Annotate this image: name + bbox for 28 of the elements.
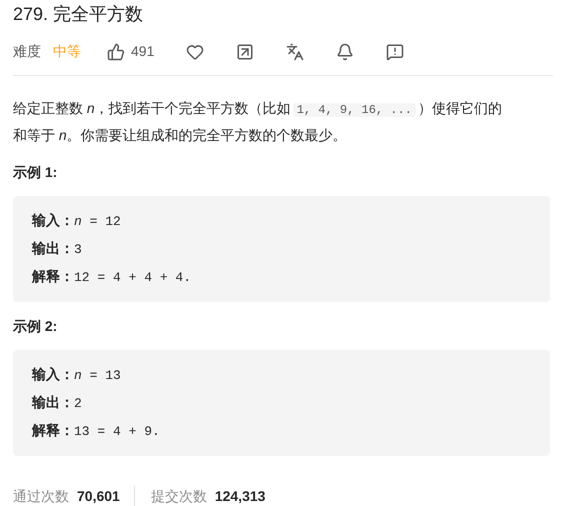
notify-button[interactable] [336,42,354,60]
thumbs-up-icon [107,42,125,60]
example-line: 输出：2 [32,393,82,413]
stat-value: 124,313 [214,487,266,506]
example-heading: 示例 1: [13,163,58,182]
difficulty-label: 难度 [13,42,41,61]
feedback-icon [386,42,404,60]
problem-description: 给定正整数 n，找到若干个完全平方数（比如 1, 4, 9, 16, ... ）使得它们的和等于 n。你需要让组成和的完全平方数的个数最少。 [13,99,503,145]
share-icon [236,42,254,60]
stat-label: 提交次数 [150,487,207,506]
translate-button[interactable] [286,42,304,60]
translate-icon [286,42,304,60]
example-line: 输出：3 [32,239,82,259]
like-button[interactable]: 491 [107,41,154,62]
difficulty-tag: 中等 [53,41,81,62]
problem-title: 279. 完全平方数 [13,3,144,26]
example-line: 解释：13 = 4 + 9. [32,421,160,441]
example-line: 输入：n = 13 [32,365,121,385]
share-button[interactable] [236,42,254,60]
heart-icon [186,42,204,60]
stat-label: 通过次数 [13,487,69,506]
bell-icon [336,42,354,60]
favorite-button[interactable] [186,42,204,60]
example-heading: 示例 2: [13,317,58,336]
stat-value: 70,601 [77,487,120,506]
example-line: 输入：n = 12 [32,211,121,231]
example-line: 解释：12 = 4 + 4 + 4. [32,267,192,287]
feedback-button[interactable] [386,42,404,60]
